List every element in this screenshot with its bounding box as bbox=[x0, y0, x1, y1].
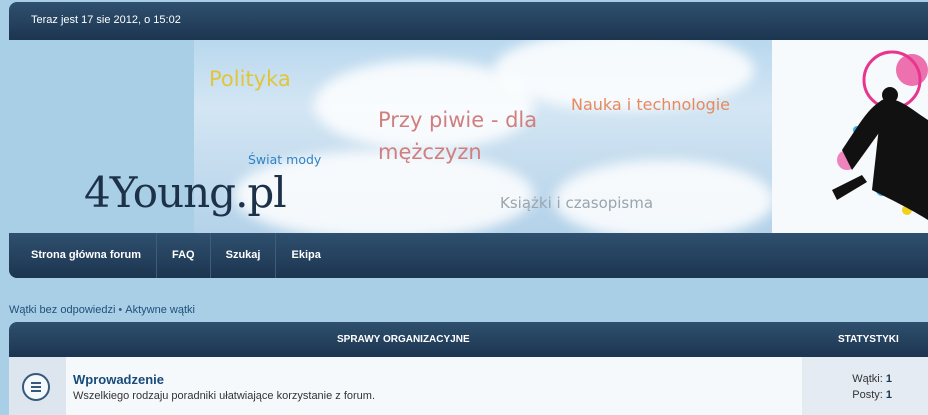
topics-count: 1 bbox=[885, 373, 892, 385]
posts-stat: Posty: 1 bbox=[852, 389, 892, 401]
forum-row: Wprowadzenie Wszelkiego rodzaju poradnik… bbox=[9, 357, 928, 415]
forum-read-icon bbox=[22, 373, 50, 401]
quick-links: Wątki bez odpowiedzi • Aktywne wątki bbox=[9, 304, 195, 316]
posts-label: Posty: bbox=[852, 389, 883, 401]
stats-column-header: STATYSTYKI bbox=[838, 334, 899, 345]
forum-stats-cell: Wątki: 1 Posty: 1 bbox=[802, 357, 928, 415]
link-separator: • bbox=[118, 304, 123, 316]
topics-stat: Wątki: 1 bbox=[852, 373, 892, 385]
main-nav: Strona główna forum FAQ Szukaj Ekipa bbox=[9, 233, 928, 278]
topics-label: Wątki: bbox=[852, 373, 883, 385]
site-logo[interactable]: 4Young.pl bbox=[84, 168, 287, 217]
banner-dancers-image bbox=[772, 40, 928, 233]
top-bar: Teraz jest 17 sie 2012, o 15:02 bbox=[9, 2, 928, 40]
current-datetime: Teraz jest 17 sie 2012, o 15:02 bbox=[31, 14, 181, 26]
posts-count: 1 bbox=[885, 389, 892, 401]
category-title[interactable]: SPRAWY ORGANIZACYJNE bbox=[337, 334, 470, 345]
unanswered-topics-link[interactable]: Wątki bez odpowiedzi bbox=[9, 304, 115, 316]
active-topics-link[interactable]: Aktywne wątki bbox=[125, 304, 195, 316]
nav-team[interactable]: Ekipa bbox=[276, 233, 335, 278]
forum-title-link[interactable]: Wprowadzenie bbox=[73, 372, 164, 387]
banner-keyword-polityka: Polityka bbox=[209, 67, 291, 91]
forum-main-cell: Wprowadzenie Wszelkiego rodzaju poradnik… bbox=[66, 357, 802, 415]
nav-faq[interactable]: FAQ bbox=[157, 233, 211, 278]
forum-description: Wszelkiego rodzaju poradniki ułatwiające… bbox=[73, 390, 376, 402]
nav-home[interactable]: Strona główna forum bbox=[9, 233, 157, 278]
banner-keyword-nauka: Nauka i technologie bbox=[571, 95, 730, 114]
banner-keyword-przy-piwie: Przy piwie - dla mężczyzn bbox=[378, 108, 538, 164]
forum-icon-cell bbox=[9, 357, 66, 415]
nav-search[interactable]: Szukaj bbox=[211, 233, 277, 278]
banner-keyword-swiat-mody: Świat mody bbox=[248, 152, 322, 167]
banner-keyword-ksiazki: Książki i czasopisma bbox=[500, 194, 654, 212]
forum-category-header: SPRAWY ORGANIZACYJNE STATYSTYKI bbox=[9, 322, 928, 357]
